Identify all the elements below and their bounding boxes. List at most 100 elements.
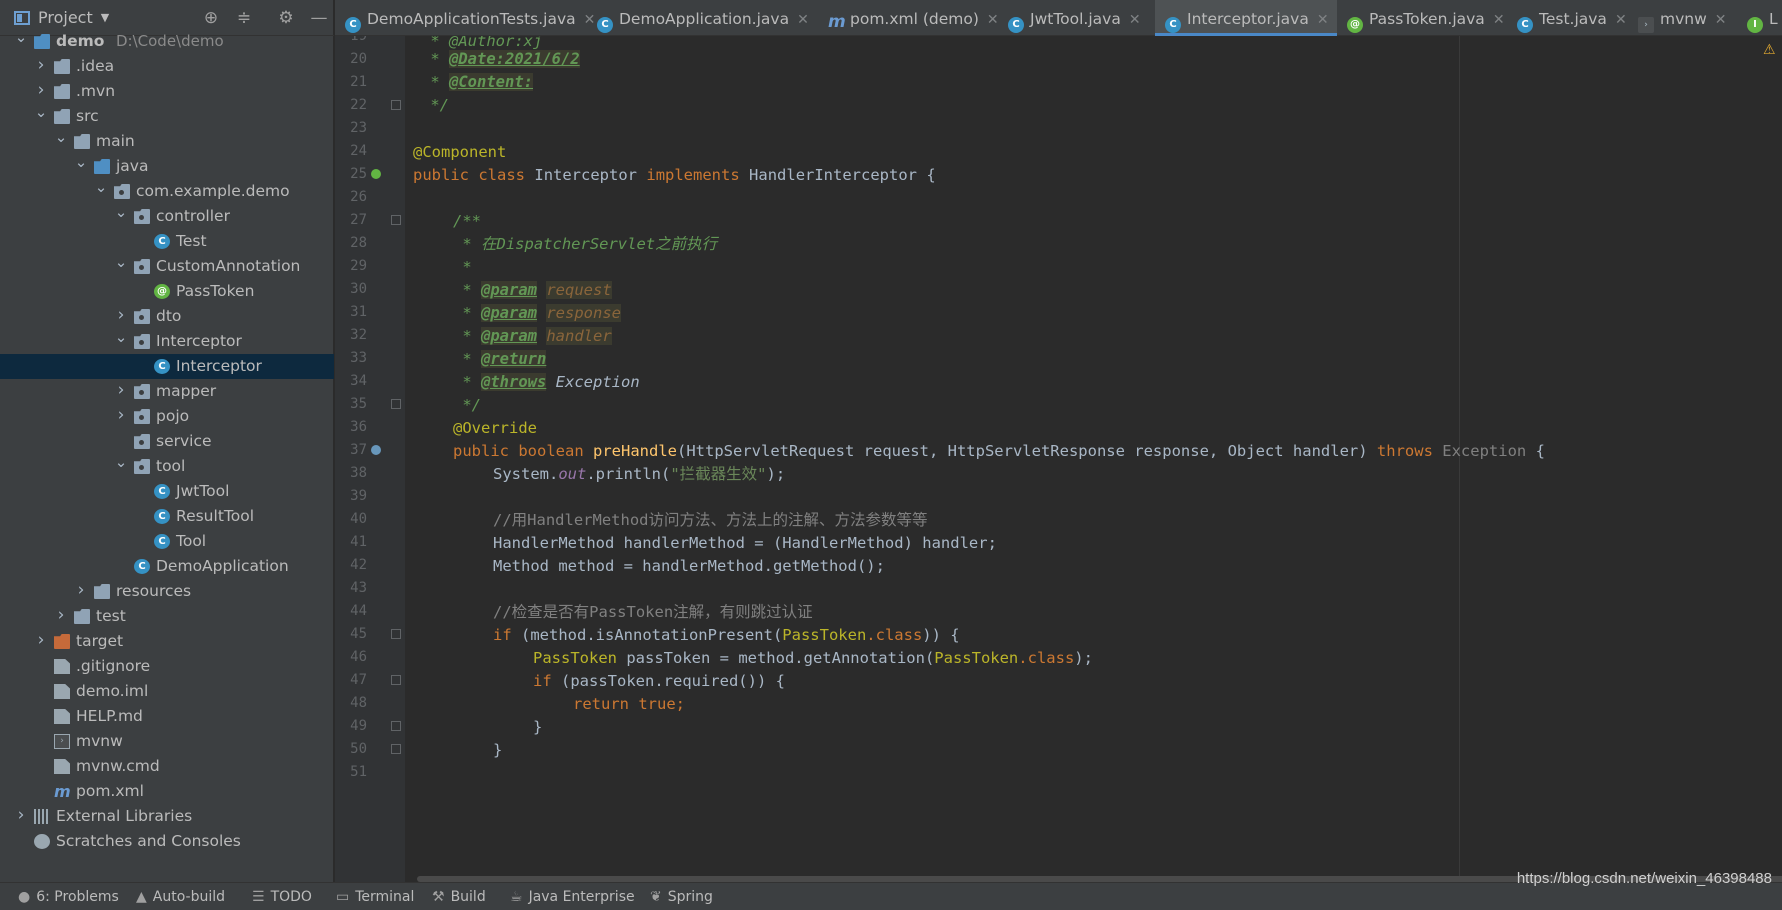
tree-item[interactable]: demo.iml bbox=[0, 679, 334, 704]
close-icon[interactable]: ✕ bbox=[987, 12, 999, 28]
locate-icon[interactable]: ⊕ bbox=[200, 8, 222, 28]
tree-item[interactable]: ⌄ src bbox=[0, 103, 334, 129]
spring-bean-icon[interactable] bbox=[371, 169, 381, 179]
editor-tab[interactable]: C JwtTool.java ✕ bbox=[998, 0, 1149, 36]
collapse-all-icon[interactable]: ≑ bbox=[233, 8, 255, 28]
chevron-right-icon[interactable]: › bbox=[114, 378, 128, 403]
chevron-down-icon[interactable]: ⌄ bbox=[114, 200, 128, 225]
editor-tab[interactable]: m pom.xml (demo) ✕ bbox=[818, 0, 1007, 36]
editor-tab[interactable]: C Test.java ✕ bbox=[1507, 0, 1635, 36]
project-title[interactable]: Project bbox=[38, 8, 93, 27]
chevron-down-icon[interactable]: ⌄ bbox=[54, 125, 68, 150]
tree-item[interactable]: HELP.md bbox=[0, 704, 334, 729]
tree-item[interactable]: › mapper bbox=[0, 379, 334, 404]
chevron-down-icon[interactable]: ⌄ bbox=[114, 250, 128, 275]
fold-marker-icon[interactable] bbox=[391, 721, 401, 731]
fold-marker-icon[interactable] bbox=[391, 675, 401, 685]
tree-item[interactable]: Scratches and Consoles bbox=[0, 829, 334, 854]
tool-window-button[interactable]: ▭ Terminal bbox=[336, 883, 414, 910]
tree-item[interactable]: › dto bbox=[0, 304, 334, 329]
editor-tab[interactable]: @ PassToken.java ✕ bbox=[1337, 0, 1513, 36]
chevron-down-icon[interactable]: ⌄ bbox=[114, 450, 128, 475]
tree-item[interactable]: C JwtTool bbox=[0, 479, 334, 504]
tree-item[interactable]: ⌄ controller bbox=[0, 203, 334, 229]
close-icon[interactable]: ✕ bbox=[1615, 12, 1627, 28]
fold-marker-icon[interactable] bbox=[391, 100, 401, 110]
fold-marker-icon[interactable] bbox=[391, 629, 401, 639]
tool-window-button[interactable]: ❦ Spring bbox=[650, 883, 713, 910]
tree-item[interactable]: ⌄ main bbox=[0, 128, 334, 154]
chevron-right-icon[interactable]: › bbox=[54, 603, 68, 628]
editor-tabs: C DemoApplicationTests.java ✕ C DemoApplicat… bbox=[335, 0, 1782, 36]
tree-item[interactable]: › mvnw bbox=[0, 729, 334, 754]
close-icon[interactable]: ✕ bbox=[1317, 12, 1329, 28]
tree-item[interactable]: › target bbox=[0, 629, 334, 654]
tree-item-label: JwtTool bbox=[176, 482, 230, 500]
tool-window-button[interactable]: ⚒ Build bbox=[432, 883, 486, 910]
gear-icon[interactable]: ⚙ bbox=[275, 8, 297, 28]
chevron-right-icon[interactable]: › bbox=[114, 403, 128, 428]
editor-tab[interactable]: › mvnw ✕ bbox=[1628, 0, 1735, 36]
fold-marker-icon[interactable] bbox=[391, 215, 401, 225]
close-icon[interactable]: ✕ bbox=[1129, 12, 1141, 28]
tree-item[interactable]: m pom.xml bbox=[0, 779, 334, 804]
tree-item-label: controller bbox=[156, 207, 230, 225]
tree-item[interactable]: ⌄ java bbox=[0, 153, 334, 179]
tree-item[interactable]: › test bbox=[0, 604, 334, 629]
spring-icon: ❦ bbox=[650, 889, 662, 905]
tree-item[interactable]: ⌄ com.example.demo bbox=[0, 178, 334, 204]
build-icon: ⚒ bbox=[432, 889, 445, 905]
tree-item-label: demo bbox=[56, 32, 105, 50]
editor-tab[interactable]: C DemoApplicationTests.java ✕ bbox=[335, 0, 603, 36]
chevron-right-icon[interactable]: › bbox=[34, 53, 48, 78]
fold-marker-icon[interactable] bbox=[391, 744, 401, 754]
tool-window-button[interactable]: ● 6: Problems bbox=[18, 883, 119, 910]
chevron-right-icon[interactable]: › bbox=[74, 578, 88, 603]
warning-icon[interactable]: ⚠ bbox=[1763, 42, 1776, 58]
tree-item[interactable]: ⌄ Interceptor bbox=[0, 328, 334, 354]
tree-item[interactable]: › resources bbox=[0, 579, 334, 604]
tree-item[interactable]: ⌄ CustomAnnotation bbox=[0, 253, 334, 279]
tool-window-label: Java Enterprise bbox=[528, 889, 635, 905]
tree-item[interactable]: › External Libraries bbox=[0, 804, 334, 829]
chevron-right-icon[interactable]: › bbox=[34, 628, 48, 653]
tree-item[interactable]: › .idea bbox=[0, 54, 334, 79]
tree-item[interactable]: mvnw.cmd bbox=[0, 754, 334, 779]
chevron-right-icon[interactable]: › bbox=[14, 803, 28, 828]
code-editor[interactable]: 19 20 21 22 23 24 25 26 27 28 29 30 31 32 33 34 35 36 37 38… bbox=[335, 36, 1782, 882]
tab-label: DemoApplication.java bbox=[619, 10, 790, 28]
tree-item[interactable]: C DemoApplication bbox=[0, 554, 334, 579]
close-icon[interactable]: ✕ bbox=[1715, 12, 1727, 28]
tree-item[interactable]: C ResultTool bbox=[0, 504, 334, 529]
chevron-down-icon[interactable]: ⌄ bbox=[94, 175, 108, 200]
tree-item[interactable]: service bbox=[0, 429, 334, 454]
tree-item[interactable]: ⌄ tool bbox=[0, 453, 334, 479]
tree-item[interactable]: › pojo bbox=[0, 404, 334, 429]
editor-tab[interactable]: IL bbox=[1737, 0, 1782, 36]
tree-item[interactable]: C Interceptor bbox=[0, 354, 334, 379]
hide-icon[interactable]: — bbox=[308, 8, 330, 28]
tree-item[interactable]: C Test bbox=[0, 229, 334, 254]
annotation-icon: @ bbox=[154, 284, 170, 299]
chevron-down-icon[interactable]: ⌄ bbox=[114, 325, 128, 350]
override-icon[interactable] bbox=[371, 445, 381, 455]
editor-tab[interactable]: C DemoApplication.java ✕ bbox=[587, 0, 817, 36]
tool-window-button[interactable]: ☕ Java Enterprise bbox=[510, 883, 635, 910]
fold-marker-icon[interactable] bbox=[391, 399, 401, 409]
tool-window-button[interactable]: ▲ Auto-build bbox=[136, 883, 225, 910]
code-line: */ bbox=[421, 96, 449, 114]
tree-item[interactable]: @ PassToken bbox=[0, 279, 334, 304]
tree-item[interactable]: C Tool bbox=[0, 529, 334, 554]
close-icon[interactable]: ✕ bbox=[797, 12, 809, 28]
chevron-down-icon[interactable]: ▼ bbox=[101, 11, 109, 24]
close-icon[interactable]: ✕ bbox=[1493, 12, 1505, 28]
tree-item[interactable]: ⌄ demo D:\Code\demo bbox=[0, 28, 334, 54]
tree-item[interactable]: › .mvn bbox=[0, 79, 334, 104]
chevron-down-icon[interactable]: ⌄ bbox=[74, 150, 88, 175]
tool-window-button[interactable]: ☰ TODO bbox=[252, 883, 312, 910]
chevron-down-icon[interactable]: ⌄ bbox=[14, 25, 28, 50]
chevron-down-icon[interactable]: ⌄ bbox=[34, 100, 48, 125]
tab-label: Interceptor.java bbox=[1187, 10, 1309, 28]
editor-tab[interactable]: C Interceptor.java ✕ bbox=[1155, 0, 1337, 36]
tree-item[interactable]: .gitignore bbox=[0, 654, 334, 679]
